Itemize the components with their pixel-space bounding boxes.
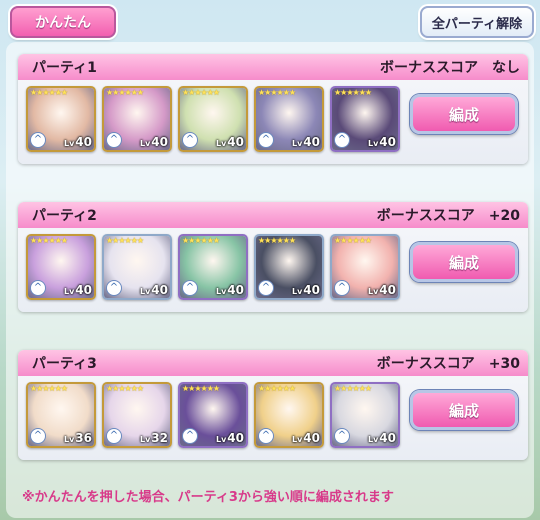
member-level: Lv40 xyxy=(367,283,396,297)
footer-note: ※かんたんを押した場合、パーティ3から強い順に編成されます xyxy=(22,490,394,505)
rarity-stars-icon: ★★★★★★ xyxy=(334,88,372,97)
member-level: Lv40 xyxy=(63,135,92,149)
party-name: パーティ3 xyxy=(32,356,97,372)
member-level: Lv40 xyxy=(291,283,320,297)
rarity-stars-icon: ★★★★★★ xyxy=(182,88,220,97)
member-level: Lv40 xyxy=(63,283,92,297)
member-level: Lv40 xyxy=(139,283,168,297)
member-slot[interactable]: ★★★★★★ ^ Lv40 xyxy=(254,86,324,152)
attribute-icon: ^ xyxy=(334,428,350,444)
rarity-stars-icon: ★★★★★★ xyxy=(106,384,144,393)
attribute-icon: ^ xyxy=(106,428,122,444)
rarity-stars-icon: ★★★★★★ xyxy=(30,384,68,393)
attribute-icon: ^ xyxy=(182,132,198,148)
member-slot[interactable]: ★★★★★★ ^ Lv40 xyxy=(330,382,400,448)
party-panel-2: パーティ2 ボーナススコア +20 ★★★★★★ ^ Lv40 ★★★★★★ ^… xyxy=(18,202,528,312)
edit-party-button[interactable]: 編成 xyxy=(410,242,518,282)
member-slot[interactable]: ★★★★★★ ^ Lv32 xyxy=(102,382,172,448)
member-slot[interactable]: ★★★★★★ ^ Lv40 xyxy=(330,234,400,300)
member-slot[interactable]: ★★★★★★ ^ Lv40 xyxy=(178,86,248,152)
party-header: パーティ3 ボーナススコア +30 xyxy=(18,350,528,376)
attribute-icon: ^ xyxy=(106,132,122,148)
bonus-score: ボーナススコア なし xyxy=(380,60,520,76)
member-slot[interactable]: ★★★★★★ ^ Lv40 xyxy=(254,234,324,300)
attribute-icon: ^ xyxy=(258,132,274,148)
party-body: ★★★★★★ ^ Lv40 ★★★★★★ ^ Lv40 ★★★★★★ ^ Lv4… xyxy=(18,228,528,312)
member-level: Lv40 xyxy=(139,135,168,149)
rarity-stars-icon: ★★★★★★ xyxy=(258,384,296,393)
attribute-icon: ^ xyxy=(106,280,122,296)
member-slot[interactable]: ★★★★★★ ^ Lv40 xyxy=(102,86,172,152)
rarity-stars-icon: ★★★★★★ xyxy=(182,384,220,393)
clear-all-parties-button[interactable]: 全パーティ解除 xyxy=(420,6,534,38)
party-header: パーティ1 ボーナススコア なし xyxy=(18,54,528,80)
member-slot[interactable]: ★★★★★★ ^ Lv40 xyxy=(102,234,172,300)
party-body: ★★★★★★ ^ Lv36 ★★★★★★ ^ Lv32 ★★★★★★ ^ Lv4… xyxy=(18,376,528,460)
edit-party-button[interactable]: 編成 xyxy=(410,94,518,134)
member-level: Lv40 xyxy=(367,431,396,445)
member-level: Lv40 xyxy=(215,431,244,445)
member-slot[interactable]: ★★★★★★ ^ Lv40 xyxy=(26,86,96,152)
party-name: パーティ2 xyxy=(32,208,97,224)
attribute-icon: ^ xyxy=(182,428,198,444)
party-name: パーティ1 xyxy=(32,60,97,76)
attribute-icon: ^ xyxy=(30,280,46,296)
rarity-stars-icon: ★★★★★★ xyxy=(106,236,144,245)
rarity-stars-icon: ★★★★★★ xyxy=(258,236,296,245)
member-level: Lv40 xyxy=(215,135,244,149)
member-level: Lv40 xyxy=(291,431,320,445)
rarity-stars-icon: ★★★★★★ xyxy=(258,88,296,97)
member-slot[interactable]: ★★★★★★ ^ Lv40 xyxy=(330,86,400,152)
bonus-score: ボーナススコア +20 xyxy=(376,208,520,224)
member-level: Lv36 xyxy=(63,431,92,445)
member-slot[interactable]: ★★★★★★ ^ Lv40 xyxy=(178,382,248,448)
party-body: ★★★★★★ ^ Lv40 ★★★★★★ ^ Lv40 ★★★★★★ ^ Lv4… xyxy=(18,80,528,164)
edit-party-button[interactable]: 編成 xyxy=(410,390,518,430)
rarity-stars-icon: ★★★★★★ xyxy=(30,88,68,97)
party-panel-1: パーティ1 ボーナススコア なし ★★★★★★ ^ Lv40 ★★★★★★ ^ … xyxy=(18,54,528,164)
member-level: Lv40 xyxy=(291,135,320,149)
attribute-icon: ^ xyxy=(30,428,46,444)
attribute-icon: ^ xyxy=(258,280,274,296)
rarity-stars-icon: ★★★★★★ xyxy=(182,236,220,245)
member-level: Lv40 xyxy=(215,283,244,297)
rarity-stars-icon: ★★★★★★ xyxy=(30,236,68,245)
member-level: Lv32 xyxy=(139,431,168,445)
attribute-icon: ^ xyxy=(334,280,350,296)
member-slot[interactable]: ★★★★★★ ^ Lv36 xyxy=(26,382,96,448)
attribute-icon: ^ xyxy=(182,280,198,296)
member-level: Lv40 xyxy=(367,135,396,149)
easy-button[interactable]: かんたん xyxy=(10,6,116,38)
rarity-stars-icon: ★★★★★★ xyxy=(334,384,372,393)
attribute-icon: ^ xyxy=(258,428,274,444)
member-slot[interactable]: ★★★★★★ ^ Lv40 xyxy=(178,234,248,300)
member-slot[interactable]: ★★★★★★ ^ Lv40 xyxy=(254,382,324,448)
rarity-stars-icon: ★★★★★★ xyxy=(106,88,144,97)
member-slot[interactable]: ★★★★★★ ^ Lv40 xyxy=(26,234,96,300)
attribute-icon: ^ xyxy=(30,132,46,148)
rarity-stars-icon: ★★★★★★ xyxy=(334,236,372,245)
party-panel-3: パーティ3 ボーナススコア +30 ★★★★★★ ^ Lv36 ★★★★★★ ^… xyxy=(18,350,528,460)
party-header: パーティ2 ボーナススコア +20 xyxy=(18,202,528,228)
bonus-score: ボーナススコア +30 xyxy=(376,356,520,372)
attribute-icon: ^ xyxy=(334,132,350,148)
